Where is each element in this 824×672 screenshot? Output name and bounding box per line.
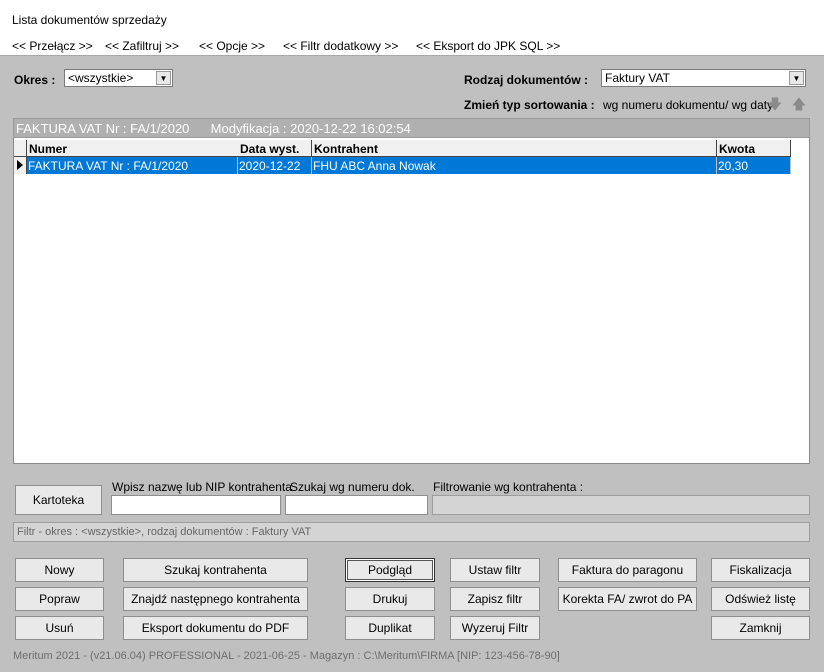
status-bar: Meritum 2021 - (v21.06.04) PROFESSIONAL … xyxy=(13,650,560,662)
chevron-down-icon[interactable]: ▼ xyxy=(156,71,171,85)
odswiez-liste-button[interactable]: Odśwież listę xyxy=(711,587,810,611)
szukaj-kontrahenta-button[interactable]: Szukaj kontrahenta xyxy=(123,558,308,582)
grid-corner xyxy=(14,140,27,157)
menu-filtr-dodatkowy[interactable]: << Filtr dodatkowy >> xyxy=(283,39,398,53)
faktura-do-paragonu-button[interactable]: Faktura do paragonu xyxy=(558,558,697,582)
docnum-search-input[interactable] xyxy=(285,495,428,515)
podglad-button[interactable]: Podgląd xyxy=(345,558,435,582)
info-modified: Modyfikacja : 2020-12-22 16:02:54 xyxy=(210,121,411,136)
duplikat-button[interactable]: Duplikat xyxy=(345,616,435,640)
sort-value: wg numeru dokumentu/ wg daty xyxy=(603,98,774,112)
fiskalizacja-button[interactable]: Fiskalizacja xyxy=(711,558,810,582)
filter-contractor-field xyxy=(432,495,810,515)
column-header-data[interactable]: Data wyst. xyxy=(238,140,312,157)
window-title-bar: Lista dokumentów sprzedaży xyxy=(0,0,824,36)
okres-value: <wszystkie> xyxy=(68,71,134,85)
wyzeruj-filtr-button[interactable]: Wyzeruj Filtr xyxy=(450,616,540,640)
okres-label: Okres : xyxy=(14,73,56,87)
nowy-button[interactable]: Nowy xyxy=(15,558,104,582)
ustaw-filtr-button[interactable]: Ustaw filtr xyxy=(450,558,540,582)
documents-grid[interactable]: Numer Data wyst. Kontrahent Kwota FAKTUR… xyxy=(13,138,810,464)
rodzaj-label: Rodzaj dokumentów : xyxy=(464,73,588,87)
table-cell-kontrahent[interactable]: FHU ABC Anna Nowak xyxy=(312,157,717,174)
menu-przelacz[interactable]: << Przełącz >> xyxy=(12,39,93,53)
contractor-search-label: Wpisz nazwę lub NIP kontrahenta xyxy=(112,480,292,494)
korekta-button[interactable]: Korekta FA/ zwrot do PA xyxy=(558,587,697,611)
zamknij-button[interactable]: Zamknij xyxy=(711,616,810,640)
chevron-down-icon[interactable]: ▼ xyxy=(789,71,804,85)
okres-select[interactable]: <wszystkie> ▼ xyxy=(64,69,173,87)
znajdz-nastepnego-button[interactable]: Znajdź następnego kontrahenta xyxy=(123,587,308,611)
info-document: FAKTURA VAT Nr : FA/1/2020 xyxy=(16,121,190,136)
arrow-down-icon[interactable]: 🡇 xyxy=(766,95,784,113)
filter-contractor-label: Filtrowanie wg kontrahenta : xyxy=(433,480,584,494)
popraw-button[interactable]: Popraw xyxy=(15,587,104,611)
filter-summary: Filtr - okres : <wszystkie>, rodzaj doku… xyxy=(13,522,810,542)
menu-eksport-jpk[interactable]: << Eksport do JPK SQL >> xyxy=(416,39,560,53)
contractor-search-input[interactable] xyxy=(111,495,281,515)
table-cell-numer[interactable]: FAKTURA VAT Nr : FA/1/2020 xyxy=(27,157,238,174)
eksport-pdf-button[interactable]: Eksport dokumentu do PDF xyxy=(123,616,308,640)
row-indicator-icon xyxy=(14,157,27,174)
zapisz-filtr-button[interactable]: Zapisz filtr xyxy=(450,587,540,611)
docnum-search-label: Szukaj wg numeru dok. xyxy=(290,480,415,494)
drukuj-button[interactable]: Drukuj xyxy=(345,587,435,611)
kartoteka-button[interactable]: Kartoteka xyxy=(15,485,102,515)
rodzaj-value: Faktury VAT xyxy=(605,71,670,85)
sort-label: Zmień typ sortowania : xyxy=(464,98,595,112)
menu-zafiltruj[interactable]: << Zafiltruj >> xyxy=(105,39,179,53)
document-info-bar: FAKTURA VAT Nr : FA/1/2020 Modyfikacja :… xyxy=(13,118,810,138)
usun-button[interactable]: Usuń xyxy=(15,616,104,640)
table-cell-data[interactable]: 2020-12-22 xyxy=(238,157,312,174)
menu-bar: << Przełącz >> << Zafiltruj >> << Opcje … xyxy=(0,36,824,56)
arrow-up-icon[interactable]: 🡅 xyxy=(790,95,808,113)
column-header-kwota[interactable]: Kwota xyxy=(717,140,791,157)
table-cell-kwota[interactable]: 20,30 xyxy=(717,157,791,174)
rodzaj-select[interactable]: Faktury VAT ▼ xyxy=(601,69,806,87)
window-title: Lista dokumentów sprzedaży xyxy=(12,13,167,27)
column-header-numer[interactable]: Numer xyxy=(27,140,250,157)
column-header-kontrahent[interactable]: Kontrahent xyxy=(312,140,717,157)
menu-opcje[interactable]: << Opcje >> xyxy=(199,39,265,53)
